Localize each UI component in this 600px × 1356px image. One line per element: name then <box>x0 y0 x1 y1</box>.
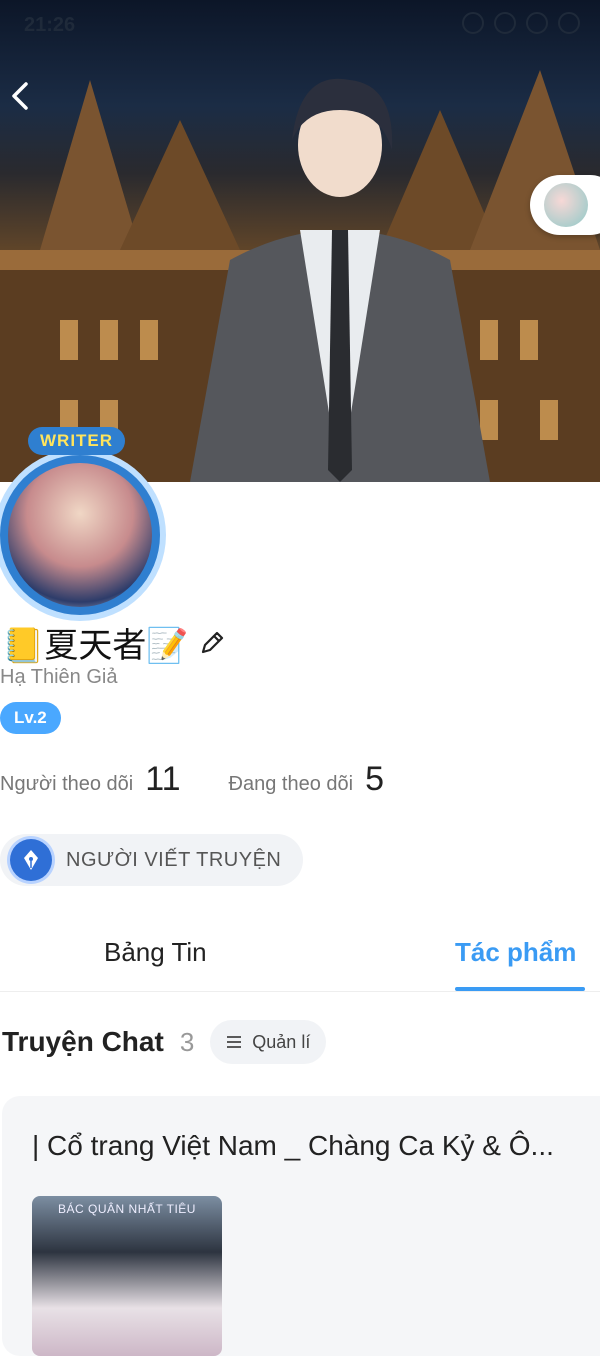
story-cover-text: BÁC QUÂN NHẤT TIÊU <box>58 1202 196 1216</box>
fountain-pen-icon <box>10 839 52 881</box>
edit-pencil-icon[interactable] <box>197 628 227 658</box>
follow-stats: Người theo dõi 11 Đang theo dõi 5 <box>0 760 384 799</box>
name-row: 📒夏天者📝 <box>2 618 227 667</box>
section-count: 3 <box>179 1026 195 1057</box>
manage-button[interactable]: Quản lí <box>210 1020 327 1064</box>
menu-lines-icon <box>227 1036 242 1048</box>
story-cover: BÁC QUÂN NHẤT TIÊU <box>32 1196 222 1356</box>
following-count[interactable]: 5 <box>365 760 384 799</box>
status-icons <box>462 12 580 34</box>
role-chip[interactable]: NGƯỜI VIẾT TRUYỆN <box>0 834 304 886</box>
mute-icon <box>494 12 516 34</box>
role-label: NGƯỜI VIẾT TRUYỆN <box>66 848 282 871</box>
story-card[interactable]: | Cổ trang Việt Nam _ Chàng Ca Kỷ & Ô...… <box>2 1096 600 1356</box>
headphones-icon <box>462 12 484 34</box>
friend-avatar-chip[interactable] <box>530 175 600 235</box>
status-bar: 21:26 <box>0 0 600 50</box>
story-title: | Cổ trang Việt Nam _ Chàng Ca Kỷ & Ô... <box>32 1130 554 1161</box>
tab-works[interactable]: Tác phẩm <box>455 937 576 968</box>
profile-tabs: Bảng Tin Tác phẩm <box>0 925 600 992</box>
friend-avatar <box>544 183 588 227</box>
dnd-icon <box>526 12 548 34</box>
hotspot-icon <box>558 12 580 34</box>
status-time: 21:26 <box>24 14 76 36</box>
tab-feed[interactable]: Bảng Tin <box>104 937 207 968</box>
sub-name: Hạ Thiên Giả <box>0 666 118 688</box>
writer-badge: WRITER <box>28 427 126 455</box>
cover-illustration <box>0 70 600 482</box>
section-title: Truyện Chat <box>2 1026 164 1057</box>
section-header: Truyện Chat 3 Quản lí <box>2 1020 327 1064</box>
followers-label[interactable]: Người theo dõi <box>0 773 133 796</box>
level-badge: Lv.2 <box>0 702 61 734</box>
avatar-image <box>8 463 152 607</box>
back-arrow-icon[interactable] <box>4 78 40 114</box>
display-name: 📒夏天者📝 <box>2 627 189 665</box>
following-label[interactable]: Đang theo dõi <box>229 773 354 796</box>
followers-count[interactable]: 11 <box>145 760 180 799</box>
active-tab-indicator <box>455 987 585 991</box>
profile-avatar[interactable]: WRITER <box>0 425 180 615</box>
manage-label: Quản lí <box>252 1031 311 1052</box>
profile-cover: 21:26 <box>0 0 600 482</box>
